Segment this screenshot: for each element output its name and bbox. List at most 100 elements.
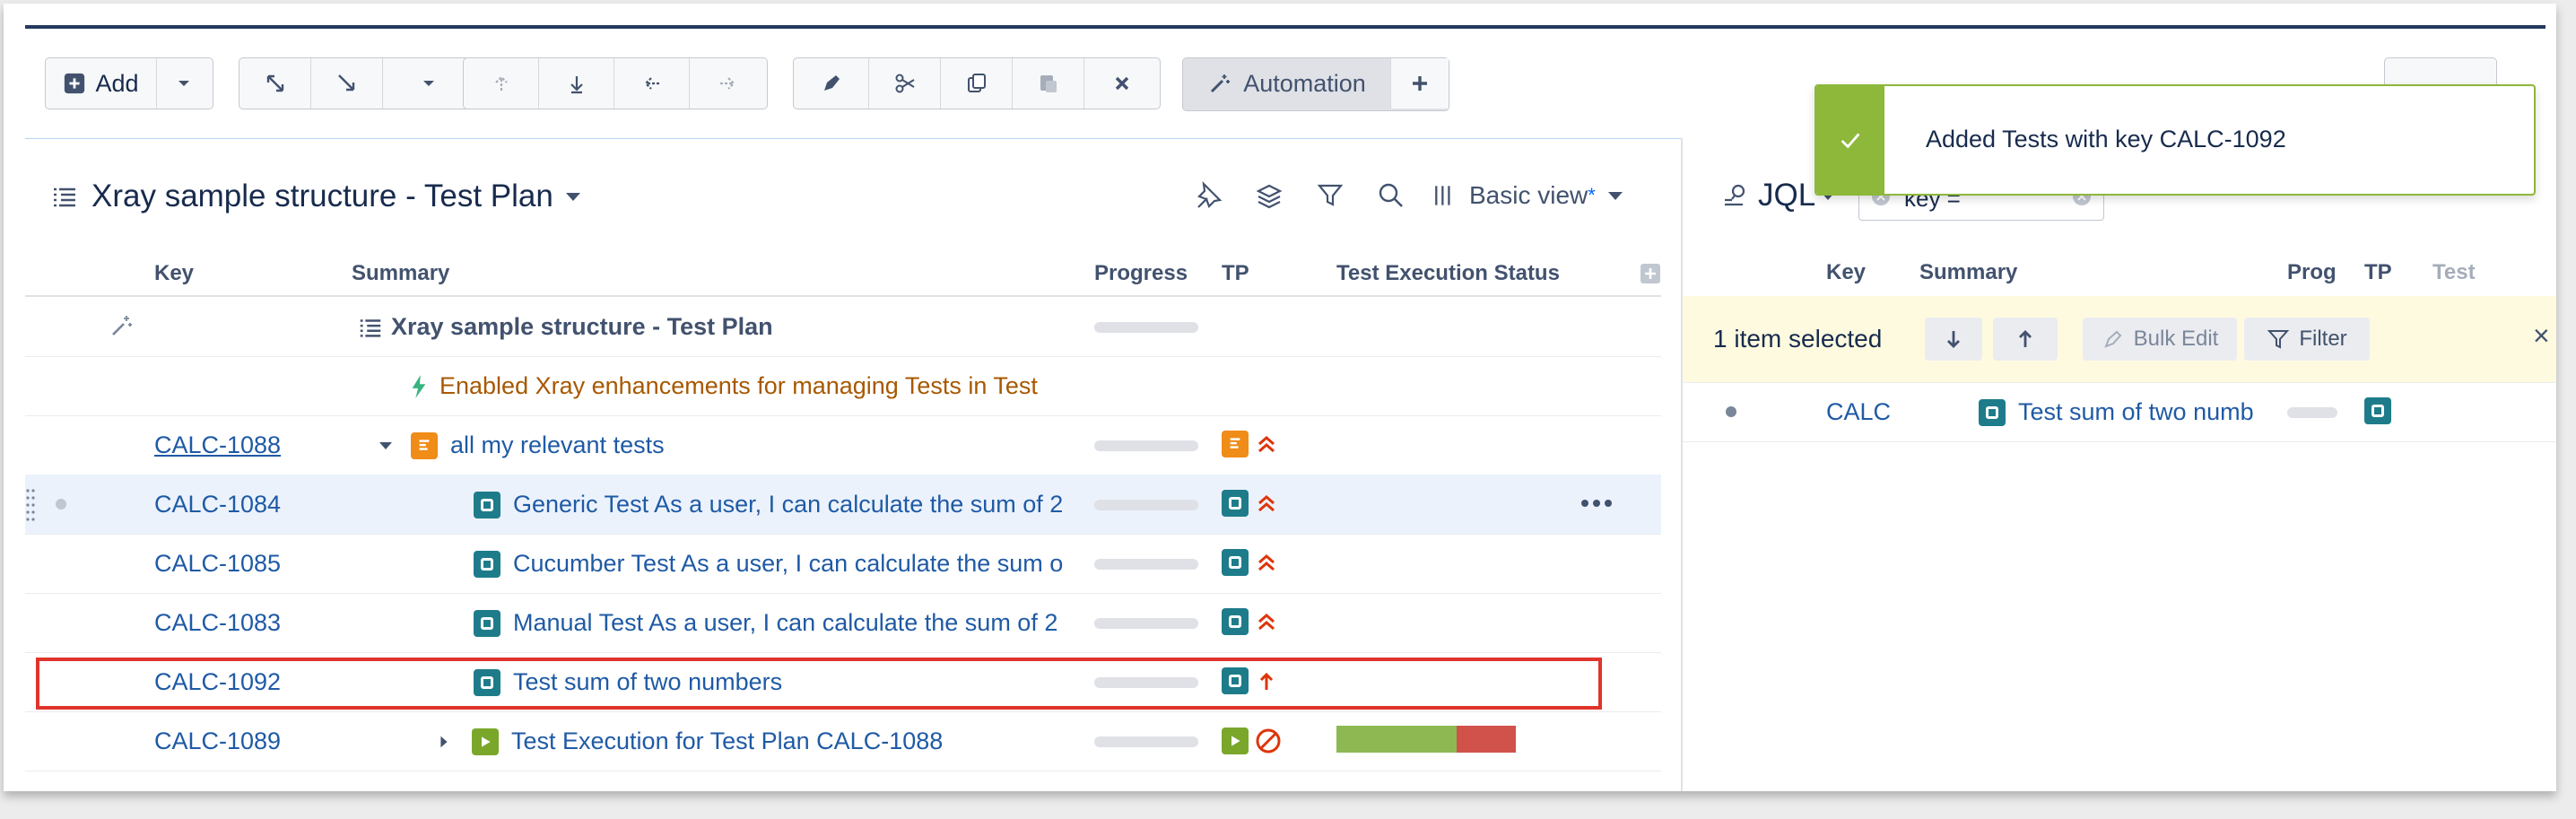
row-summary[interactable]: Test sum of two numb — [1979, 398, 2275, 426]
test-icon — [1222, 549, 1249, 576]
column-header-key[interactable]: Key — [154, 261, 194, 286]
priority-highest-icon — [1258, 554, 1275, 571]
cut-button[interactable] — [869, 58, 941, 109]
progress-bar — [1094, 322, 1198, 333]
layers-icon[interactable] — [1254, 180, 1284, 211]
row-summary[interactable]: Cucumber Test As a user, I can calculate… — [474, 550, 1092, 578]
add-column-icon[interactable] — [1640, 263, 1661, 284]
selection-bar: 1 item selected Bulk Edit Filter × — [1683, 296, 2556, 383]
move-down-button[interactable] — [1925, 318, 1982, 361]
automation-button[interactable]: Automation — [1183, 58, 1391, 109]
bulk-edit-button[interactable]: Bulk Edit — [2083, 318, 2237, 361]
add-button[interactable]: Add — [46, 58, 157, 109]
table-row[interactable]: Xray sample structure - Test Plan — [25, 297, 1661, 357]
filter-icon[interactable] — [1315, 180, 1345, 211]
issue-key-link[interactable]: CALC-1089 — [154, 728, 281, 755]
pencil-icon — [823, 75, 840, 91]
expand-toggle-icon[interactable] — [436, 734, 452, 750]
tp-cell — [1222, 549, 1279, 576]
issue-key-link[interactable]: CALC — [1826, 398, 1894, 426]
toast-status-strip — [1816, 86, 1884, 194]
table-row[interactable]: CALC-1089 Test Execution for Test Plan C… — [25, 711, 1661, 771]
row-summary[interactable]: Manual Test As a user, I can calculate t… — [474, 609, 1092, 637]
view-modified-mark: * — [1588, 184, 1596, 206]
expand-button[interactable] — [239, 58, 311, 109]
table-row[interactable]: Enabled Xray enhancements for managing T… — [25, 356, 1661, 416]
add-automation-button[interactable] — [1391, 58, 1449, 109]
column-header-summary[interactable]: Summary — [1919, 260, 2017, 285]
column-header-tp[interactable]: TP — [1222, 261, 1249, 286]
column-header-progress[interactable]: Progress — [1094, 261, 1188, 286]
chevron-down-icon — [565, 192, 580, 201]
view-label: Basic view — [1469, 181, 1588, 209]
row-summary-text: Xray sample structure - Test Plan — [391, 313, 773, 340]
row-summary[interactable]: Generic Test As a user, I can calculate … — [474, 491, 1092, 518]
search-panel: JQL Key Summary Prog TP Test 1 item sele… — [1681, 138, 2556, 791]
collapse-button[interactable] — [311, 58, 383, 109]
table-row-selected[interactable]: CALC-1084 Generic Test As a user, I can … — [25, 475, 1661, 535]
table-row[interactable]: CALC Test sum of two numb — [1683, 382, 2556, 442]
pin-icon[interactable] — [1193, 180, 1223, 211]
search-icon[interactable] — [1376, 180, 1406, 211]
copy-button[interactable] — [941, 58, 1013, 109]
test-icon — [1222, 490, 1249, 517]
test-plan-icon — [411, 431, 438, 459]
column-header-summary[interactable]: Summary — [352, 261, 449, 286]
filter-label: Filter — [2299, 327, 2347, 351]
progress-bar — [1094, 500, 1198, 510]
paste-button[interactable] — [1013, 58, 1084, 109]
issue-key-link[interactable]: CALC-1083 — [154, 609, 281, 637]
table-row[interactable]: CALC-1088 all my relevant tests — [25, 415, 1661, 475]
expand-level-dropdown[interactable] — [383, 58, 474, 109]
delete-button[interactable] — [1084, 58, 1160, 109]
panel-title[interactable]: Xray sample structure - Test Plan — [50, 179, 580, 214]
issue-key-link[interactable]: CALC-1084 — [154, 491, 281, 518]
progress-bar — [2287, 407, 2337, 418]
row-summary[interactable]: all my relevant tests — [377, 431, 665, 459]
column-header-tp[interactable]: TP — [2364, 260, 2392, 285]
column-header-progress[interactable]: Prog — [2287, 260, 2337, 285]
row-summary[interactable]: Enabled Xray enhancements for managing T… — [409, 372, 1091, 400]
collapse-icon — [337, 74, 354, 91]
tp-cell — [1222, 490, 1279, 517]
column-header-test[interactable]: Test — [2432, 260, 2476, 285]
table-row[interactable]: CALC-1085 Cucumber Test As a user, I can… — [25, 534, 1661, 594]
filter-icon — [2267, 330, 2290, 349]
edit-button[interactable] — [794, 58, 869, 109]
issue-key-link[interactable]: CALC-1088 — [154, 431, 281, 459]
expand-icon — [266, 74, 283, 92]
arrow-left-icon — [643, 77, 659, 90]
row-summary-text: Enabled Xray enhancements for managing T… — [439, 372, 1038, 399]
move-up-button[interactable] — [464, 58, 539, 109]
close-selection-icon[interactable]: × — [2533, 319, 2550, 353]
row-summary-text: Manual Test As a user, I can calculate t… — [513, 609, 1058, 636]
arrow-down-icon — [570, 76, 583, 94]
progress-bar — [1094, 736, 1198, 747]
panel-tools: Basic view * — [1162, 180, 1623, 211]
test-icon — [474, 609, 500, 637]
column-header-key[interactable]: Key — [1826, 260, 1866, 285]
column-header-status[interactable]: Test Execution Status — [1336, 261, 1560, 286]
view-selector[interactable]: Basic view * — [1432, 181, 1623, 210]
tp-cell — [2364, 397, 2391, 424]
more-actions-icon[interactable] — [1580, 496, 1613, 510]
table-row[interactable]: CALC-1083 Manual Test As a user, I can c… — [25, 593, 1661, 653]
columns-icon — [1435, 186, 1450, 205]
checkmark-icon — [1841, 133, 1860, 149]
arrow-up-icon — [2019, 330, 2032, 347]
row-bullet — [1726, 406, 1736, 417]
plus-icon — [1413, 76, 1427, 91]
add-dropdown-button[interactable] — [157, 58, 211, 109]
filter-button[interactable]: Filter — [2244, 318, 2370, 361]
row-summary[interactable]: Test Execution for Test Plan CALC-1088 — [436, 728, 943, 755]
jql-label: JQL — [1758, 178, 1816, 213]
magic-wand-icon — [112, 316, 132, 335]
outdent-button[interactable] — [614, 58, 690, 109]
expand-collapse-group — [239, 57, 477, 109]
expand-toggle-icon[interactable] — [377, 437, 395, 455]
move-down-button[interactable] — [539, 58, 614, 109]
issue-key-link[interactable]: CALC-1085 — [154, 550, 281, 578]
drag-handle-icon[interactable] — [25, 487, 36, 523]
move-up-button[interactable] — [1993, 318, 2058, 361]
indent-button[interactable] — [690, 58, 765, 109]
